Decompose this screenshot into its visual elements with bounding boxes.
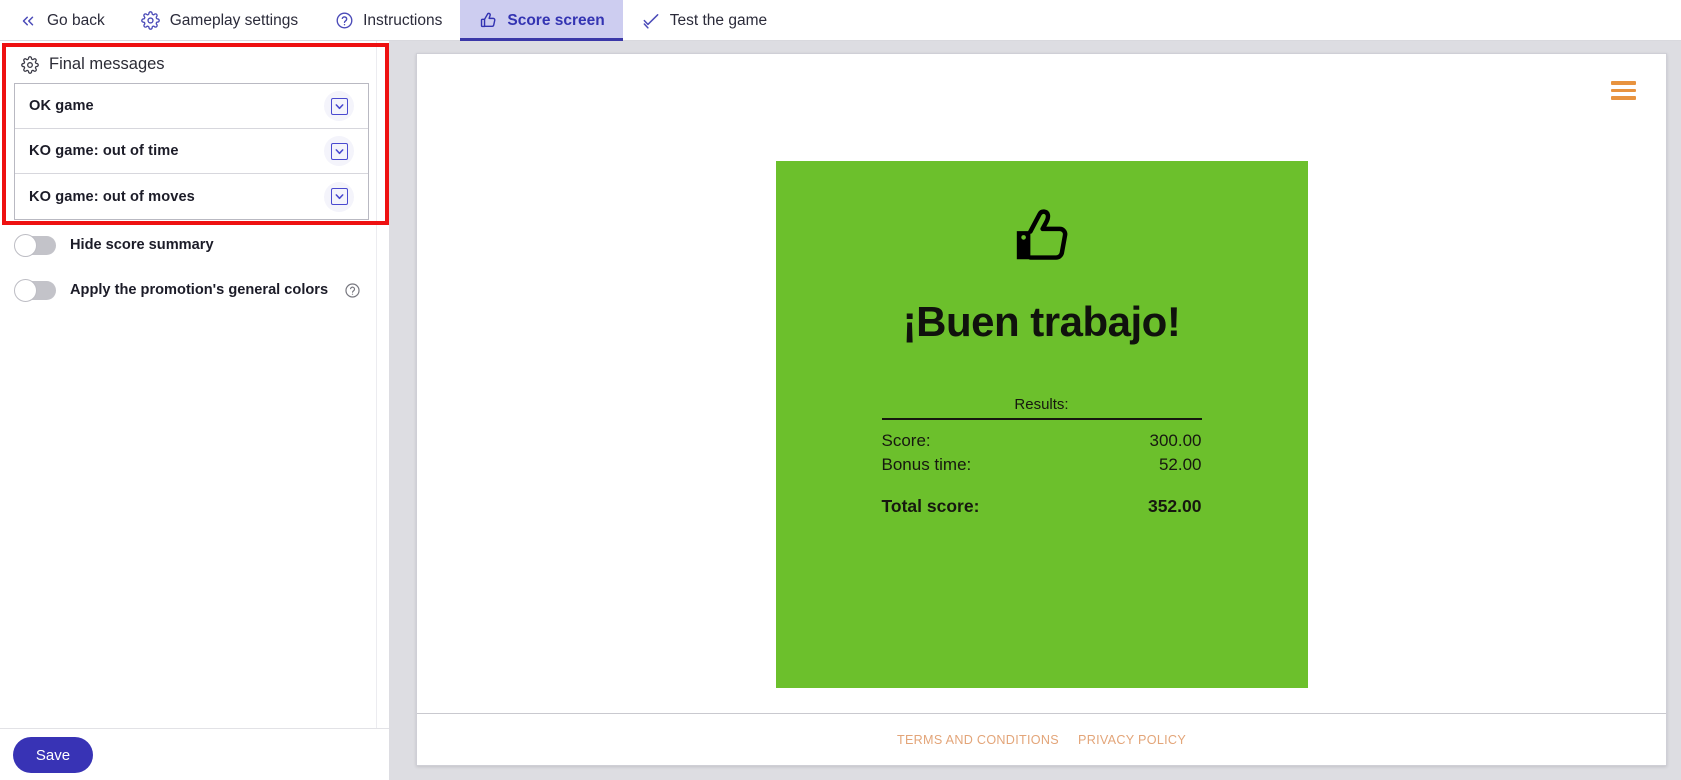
thumbs-up-icon	[478, 11, 498, 31]
expand-button[interactable]	[324, 136, 354, 166]
toggle-label: Hide score summary	[70, 237, 214, 253]
tab-instructions[interactable]: Instructions	[316, 0, 460, 41]
tab-label: Instructions	[363, 11, 443, 29]
terms-and-conditions-link[interactable]: TERMS AND CONDITIONS	[897, 733, 1059, 747]
accordion-item-label: KO game: out of moves	[29, 188, 195, 205]
panel-title: Final messages	[49, 55, 165, 73]
question-circle-icon	[334, 11, 354, 31]
accordion-item-ok-game[interactable]: OK game	[15, 84, 368, 129]
save-button[interactable]: Save	[13, 737, 93, 773]
privacy-policy-link[interactable]: PRIVACY POLICY	[1078, 733, 1186, 747]
expand-button[interactable]	[324, 91, 354, 121]
result-value: 352.00	[1147, 495, 1202, 516]
results-label: Results:	[1014, 396, 1069, 413]
tab-gameplay-settings[interactable]: Gameplay settings	[123, 0, 316, 41]
chevron-down-icon	[330, 188, 348, 205]
settings-sidebar: Final messages OK game KO game: out of t…	[0, 41, 389, 780]
thumbs-up-icon	[1011, 203, 1073, 265]
top-tab-bar: Go back Gameplay settings Instructions S…	[0, 0, 1681, 41]
tab-test-the-game[interactable]: Test the game	[623, 0, 785, 41]
accordion-item-label: KO game: out of time	[29, 143, 179, 159]
toggle-knob	[14, 233, 37, 257]
gear-icon	[21, 55, 39, 74]
sidebar-scroll-area: Final messages OK game KO game: out of t…	[0, 41, 389, 728]
chevrons-left-icon	[18, 11, 38, 31]
final-messages-accordion: OK game KO game: out of time KO game: ou…	[14, 83, 369, 220]
sidebar-scrollbar[interactable]	[376, 41, 389, 728]
apply-general-colors-row: Apply the promotion's general colors	[0, 270, 389, 310]
apply-general-colors-toggle[interactable]	[14, 278, 56, 302]
expand-button[interactable]	[324, 181, 354, 212]
tab-score-screen[interactable]: Score screen	[460, 0, 624, 41]
preview-footer: TERMS AND CONDITIONS PRIVACY POLICY	[417, 713, 1666, 765]
score-card: ¡Buen trabajo! Results: Score: 300.00 Bo…	[775, 161, 1308, 688]
toggle-knob	[14, 278, 37, 302]
chevron-down-icon	[330, 142, 348, 160]
help-icon[interactable]	[344, 282, 361, 299]
score-card-area: ¡Buen trabajo! Results: Score: 300.00 Bo…	[417, 54, 1666, 713]
accordion-item-ko-out-of-moves[interactable]: KO game: out of moves	[15, 174, 368, 219]
check-badge-icon	[641, 11, 661, 31]
result-row-score: Score: 300.00	[882, 429, 1202, 453]
results-block: Results: Score: 300.00 Bonus time: 52.00…	[881, 396, 1202, 519]
chevron-down-icon	[330, 97, 348, 115]
tab-label: Test the game	[669, 11, 768, 29]
hide-score-summary-toggle[interactable]	[14, 233, 56, 257]
tab-go-back[interactable]: Go back	[0, 0, 123, 41]
tab-label: Gameplay settings	[169, 11, 299, 29]
results-divider	[881, 418, 1202, 420]
accordion-item-ko-out-of-time[interactable]: KO game: out of time	[15, 129, 368, 174]
card-title: ¡Buen trabajo!	[902, 298, 1181, 345]
result-label: Total score:	[881, 495, 980, 516]
hide-score-summary-row: Hide score summary	[0, 225, 389, 265]
result-row-total-score: Total score: 352.00	[882, 494, 1202, 519]
result-label: Bonus time:	[881, 454, 972, 474]
result-label: Score:	[881, 430, 931, 450]
preview-pane-background: ¡Buen trabajo! Results: Score: 300.00 Bo…	[389, 41, 1681, 780]
toggle-label: Apply the promotion's general colors	[70, 282, 329, 298]
final-messages-panel-header: Final messages	[0, 41, 389, 83]
accordion-item-label: OK game	[29, 98, 94, 114]
game-preview: ¡Buen trabajo! Results: Score: 300.00 Bo…	[416, 53, 1667, 766]
result-value: 300.00	[1149, 430, 1202, 450]
result-row-bonus-time: Bonus time: 52.00	[882, 453, 1202, 477]
gear-icon	[141, 11, 161, 31]
tab-label: Score screen	[507, 11, 605, 29]
sidebar-footer: Save	[0, 728, 389, 780]
result-value: 52.00	[1158, 454, 1202, 474]
tab-label: Go back	[47, 11, 105, 29]
